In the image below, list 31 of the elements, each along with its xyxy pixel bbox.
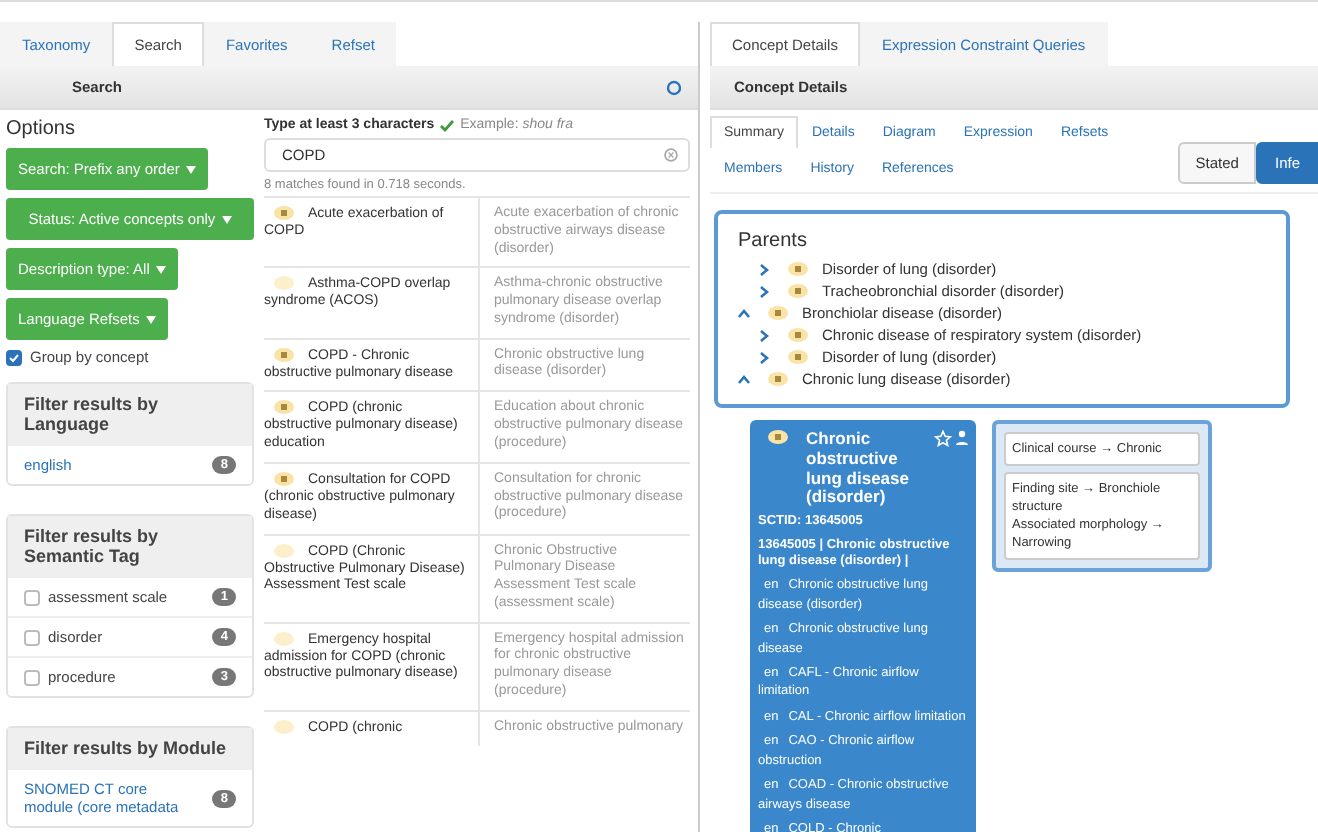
checkbox[interactable] — [24, 629, 40, 645]
star-icon[interactable] — [934, 430, 952, 448]
chevron-right-icon[interactable] — [758, 285, 770, 297]
caret-icon — [145, 316, 156, 325]
checkbox[interactable] — [6, 349, 22, 365]
checkbox[interactable] — [24, 589, 40, 605]
concept-badge-icon — [768, 306, 788, 320]
check-icon — [440, 119, 455, 131]
concept-badge-icon — [768, 430, 788, 444]
caret-icon — [185, 166, 196, 175]
parents-title: Parents — [738, 230, 809, 252]
concept-badge-icon — [788, 350, 808, 364]
concept-badge-icon — [768, 372, 788, 386]
checkbox[interactable] — [24, 669, 40, 685]
caret-icon — [155, 266, 166, 275]
filter-title: Filter results by Language — [8, 384, 252, 444]
caret-icon — [221, 216, 232, 225]
filter-title: Filter results by Semantic Tag — [8, 516, 252, 576]
chevron-up-icon[interactable] — [738, 307, 750, 319]
concept-badge-icon — [788, 328, 808, 342]
options-title: Options — [6, 118, 77, 140]
chevron-up-icon[interactable] — [738, 373, 750, 385]
concept-badge-icon — [788, 262, 808, 276]
chevron-right-icon[interactable] — [758, 351, 770, 363]
chevron-right-icon[interactable] — [758, 263, 770, 275]
settings-icon[interactable] — [666, 79, 682, 95]
concept-badge-icon — [788, 284, 808, 298]
person-icon[interactable] — [956, 430, 968, 446]
filter-title: Filter results by Module — [8, 728, 252, 768]
chevron-right-icon[interactable] — [758, 329, 770, 341]
concept-title: Chronic obstructive lung disease (disorder) — [806, 430, 911, 509]
